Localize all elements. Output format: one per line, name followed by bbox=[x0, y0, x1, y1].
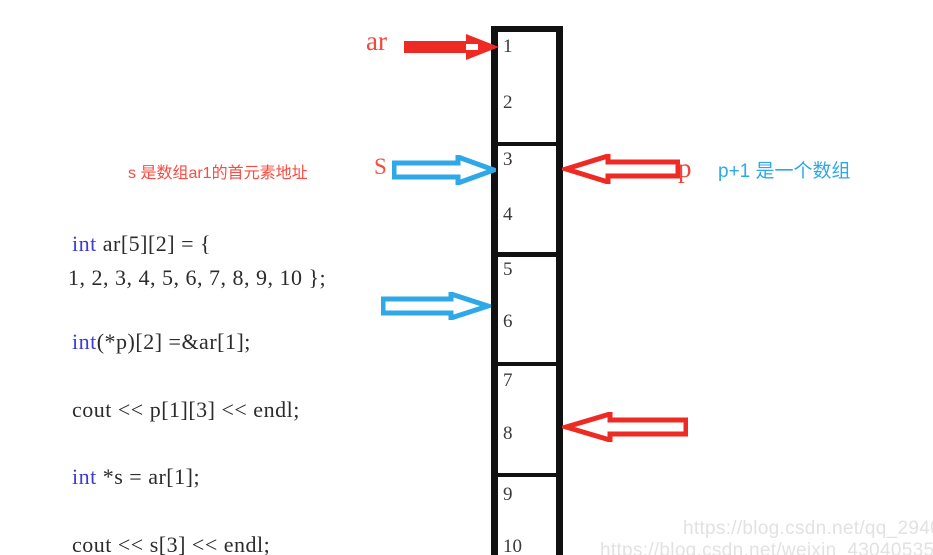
code-text: cout << p[1][3] << endl; bbox=[72, 397, 300, 422]
memory-cell: 5 bbox=[498, 257, 556, 309]
code-keyword: int bbox=[72, 464, 97, 489]
ar-pointer-arrow-icon bbox=[404, 34, 499, 60]
code-line-3: int(*p)[2] =&ar[1]; bbox=[48, 303, 251, 381]
memory-cell-value: 4 bbox=[503, 204, 513, 225]
memory-cell: 9 bbox=[498, 482, 556, 534]
s-pointer-arrow-icon bbox=[392, 155, 496, 185]
code-text: 1, 2, 3, 4, 5, 6, 7, 8, 9, 10 }; bbox=[68, 265, 327, 290]
memory-cell-value: 10 bbox=[503, 536, 522, 555]
memory-cell-value: 1 bbox=[503, 36, 513, 57]
memory-cell-value: 9 bbox=[503, 484, 513, 505]
code-text: cout << s[3] << endl; bbox=[72, 532, 271, 555]
memory-cell-value: 5 bbox=[503, 259, 513, 280]
p-label: p bbox=[678, 153, 692, 183]
watermark-secondary: https://blog.csdn.net/weixin_43040535 bbox=[600, 540, 933, 555]
ar-label: ar bbox=[366, 26, 387, 56]
code-keyword: int bbox=[72, 329, 97, 354]
p-note-chinese-label: p+1 是一个数组 bbox=[718, 161, 851, 182]
memory-cell-value: 6 bbox=[503, 311, 513, 332]
memory-cell-value: 3 bbox=[503, 149, 513, 170]
memory-cell: 4 bbox=[498, 202, 556, 252]
code-text: *s = ar[1]; bbox=[96, 464, 201, 489]
memory-cell: 1 bbox=[498, 34, 556, 90]
s-note-chinese-label: s 是数组ar1的首元素地址 bbox=[128, 165, 308, 182]
memory-cell-value: 2 bbox=[503, 92, 513, 113]
p-pointer-arrow-icon bbox=[562, 154, 680, 184]
p1-pointer-arrow-icon bbox=[562, 412, 688, 442]
memory-cell: 10 bbox=[498, 534, 556, 555]
memory-cell: 6 bbox=[498, 309, 556, 362]
memory-cell-value: 8 bbox=[503, 423, 513, 444]
code-line-5: int *s = ar[1]; bbox=[48, 438, 200, 516]
memory-cell: 7 bbox=[498, 368, 556, 421]
watermark-primary: https://blog.csdn.net/qq_29407397 bbox=[683, 518, 933, 539]
diagram-canvas: 1 2 3 4 5 6 7 8 9 10 int ar[5][2] = { 1,… bbox=[0, 0, 933, 555]
code-text: (*p)[2] =&ar[1]; bbox=[96, 329, 251, 354]
code-line-6: cout << s[3] << endl; bbox=[48, 506, 270, 555]
memory-cell: 3 bbox=[498, 147, 556, 202]
p-deref-arrow-icon bbox=[381, 292, 491, 320]
s-pointer-label: S bbox=[374, 154, 387, 179]
memory-cell: 8 bbox=[498, 421, 556, 473]
memory-cell: 2 bbox=[498, 90, 556, 142]
memory-cell-value: 7 bbox=[503, 370, 513, 391]
